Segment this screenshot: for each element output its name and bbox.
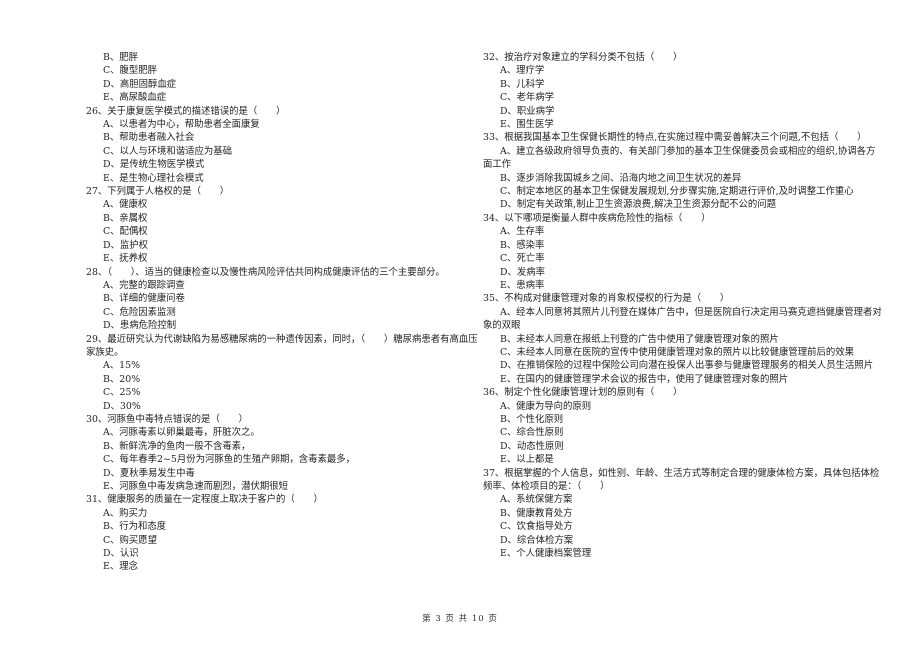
left-column: B、肥胖 C、腹型肥胖 D、高胆固醇血症 E、高尿酸血症 26、关于康复医学模式… <box>86 51 478 574</box>
option: B、亲属权 <box>103 212 148 224</box>
question-stem: 29、最近研究认为代谢缺陷为易感糖尿病的一种遗传因素，同时，（ ）糖尿病患者有高… <box>86 333 478 358</box>
right-column: 32、按治疗对象建立的学科分类不包括（ ） A、理疗学 B、儿科学 C、老年病学 D、职… <box>483 51 883 560</box>
option: B、20% <box>103 373 141 385</box>
question-block: 35、不构成对健康管理对象的肖象权侵权的行为是（ ） A、经本人同意将其照片儿刊登… <box>483 292 883 386</box>
option: D、职业病学 <box>500 105 555 117</box>
option: C、综合性原则 <box>500 427 564 439</box>
question-block: 27、下列属于人格权的是（ ） A、健康权 B、亲属权 C、配偶权 D、监护权 E、抚养权 <box>86 185 478 265</box>
option: C、制定本地区的基本卫生保健发展规划,分步骤实施,定期进行评价,及时调整工作重心 <box>500 186 854 198</box>
option: B、健康教育处方 <box>500 507 573 519</box>
question-stem: 28、（ ）、适当的健康检查以及慢性病风险评估共同构成健康评估的三个主要部分。 <box>86 266 445 278</box>
question-stem: 31、健康服务的质量在一定程度上取决于客户的（ ） <box>86 494 323 506</box>
question-block: 33、根据我国基本卫生保健长期性的特点,在实施过程中需妥善解决三个问题,不包括（… <box>483 131 883 211</box>
option: A、健康权 <box>103 199 148 211</box>
option: E、以上都是 <box>500 454 554 466</box>
option: A、经本人同意将其照片儿刊登在媒体广告中，但是医院自行决定用马赛克遮挡健康管理者… <box>483 306 882 332</box>
option: A、理疗学 <box>500 65 545 77</box>
question-block: 36、制定个性化健康管理计划的原则有（ ） A、健康为导向的原则 B、个性化原则 C、… <box>483 386 883 466</box>
option: D、发病率 <box>500 266 546 278</box>
question-stem: 26、关于康复医学模式的描述错误的是（ ） <box>86 105 286 117</box>
option: B、肥胖 <box>103 52 139 63</box>
option: C、饮食指导处方 <box>500 521 573 533</box>
option: B、详细的健康问卷 <box>103 293 185 305</box>
question-block: 26、关于康复医学模式的描述错误的是（ ） A、以患者为中心，帮助患者全面康复 B、… <box>86 105 478 185</box>
question-stem: 32、按治疗对象建立的学科分类不包括（ ） <box>483 52 683 63</box>
page-number: 第 3 页 共 10 页 <box>422 614 498 624</box>
option: D、制定有关政策,制止卫生资源浪费,解决卫生资源分配不公的问题 <box>500 199 776 211</box>
question-block: 29、最近研究认为代谢缺陷为易感糖尿病的一种遗传因素，同时，（ ）糖尿病患者有高… <box>86 333 478 413</box>
option: D、监护权 <box>103 239 149 251</box>
option: E、抚养权 <box>103 253 148 265</box>
question-stem: 34、以下哪项是衡量人群中疾病危险性的指标（ ） <box>483 212 711 224</box>
question-list: 26、关于康复医学模式的描述错误的是（ ） A、以患者为中心，帮助患者全面康复 B、… <box>86 105 478 574</box>
option: A、购买力 <box>103 507 148 519</box>
option: A、完整的跟踪调查 <box>103 279 185 291</box>
option: A、建立各级政府领导负责的、有关部门参加的基本卫生保健委员会或相应的组织,协调各… <box>483 145 876 171</box>
question-list: 32、按治疗对象建立的学科分类不包括（ ） A、理疗学 B、儿科学 C、老年病学 D、职… <box>483 51 883 560</box>
option: E、理念 <box>103 561 138 573</box>
option: B、逐步消除我国城乡之间、沿海内地之间卫生状况的差异 <box>500 172 742 184</box>
option: A、健康为导向的原则 <box>500 400 592 412</box>
option: D、30% <box>103 400 141 412</box>
option: E、患病率 <box>500 279 545 291</box>
question-block: 31、健康服务的质量在一定程度上取决于客户的（ ） A、购买力 B、行为和态度 C、购… <box>86 493 478 573</box>
question-block: 34、以下哪项是衡量人群中疾病危险性的指标（ ） A、生存率 B、感染率 C、死亡率 D… <box>483 212 883 292</box>
option: E、河豚鱼中毒发病急速而剧烈，潜伏期很短 <box>103 481 288 492</box>
option: A、系统保健方案 <box>500 494 573 506</box>
option: C、配偶权 <box>103 226 148 238</box>
option: B、个性化原则 <box>500 413 564 425</box>
question-block: 30、河豚鱼中毒特点错误的是（ ） A、河豚毒素以卵巢最毒，肝脏次之。 B、新鲜洗净… <box>86 413 478 493</box>
option: B、帮助患者融入社会 <box>103 132 195 144</box>
option: C、以人与环境和谐适应为基础 <box>103 145 233 157</box>
option: E、是生物心理社会模式 <box>103 172 204 184</box>
option: B、感染率 <box>500 239 545 251</box>
option: B、新鲜洗净的鱼肉一般不含毒素， <box>103 440 251 452</box>
question-block: 37、根据掌握的个人信息，如性别、年龄、生活方式等制定合理的健康体检方案，具体包… <box>483 467 883 561</box>
option: C、购买愿望 <box>103 534 158 546</box>
option: D、高胆固醇血症 <box>103 78 177 90</box>
option: D、是传统生物医学模式 <box>103 159 205 171</box>
question-stem: 37、根据掌握的个人信息，如性别、年龄、生活方式等制定合理的健康体检方案，具体包… <box>483 467 880 492</box>
question-stem: 27、下列属于人格权的是（ ） <box>86 186 230 198</box>
option: D、认识 <box>103 548 139 560</box>
option: B、行为和态度 <box>103 521 167 533</box>
option: E、高尿酸血症 <box>103 92 167 104</box>
option: B、未经本人同意在报纸上刊登的广告中使用了健康管理对象的照片 <box>500 333 779 345</box>
option: D、综合体检方案 <box>500 534 574 546</box>
leading-options: B、肥胖 C、腹型肥胖 D、高胆固醇血症 E、高尿酸血症 <box>86 51 478 105</box>
option: E、个人健康档案管理 <box>500 548 592 560</box>
question-stem: 36、制定个性化健康管理计划的原则有（ ） <box>483 387 683 399</box>
option: D、患病危险控制 <box>103 320 177 332</box>
option: E、围生医学 <box>500 119 554 131</box>
option: D、夏秋季易发生中毒 <box>103 467 195 479</box>
option: D、动态性原则 <box>500 440 564 452</box>
question-block: 32、按治疗对象建立的学科分类不包括（ ） A、理疗学 B、儿科学 C、老年病学 D、职… <box>483 51 883 131</box>
option: A、河豚毒素以卵巢最毒，肝脏次之。 <box>103 427 260 439</box>
option: A、15% <box>103 360 140 372</box>
question-stem: 30、河豚鱼中毒特点错误的是（ ） <box>86 413 248 425</box>
option: C、25% <box>103 387 141 399</box>
option: E、在国内的健康管理学术会议的报告中，使用了健康管理对象的照片 <box>500 373 789 385</box>
option: C、每年春季2~5月份为河豚鱼的生殖产卵期，含毒素最多， <box>103 454 355 466</box>
question-stem: 35、不构成对健康管理对象的肖象权侵权的行为是（ ） <box>483 293 730 305</box>
option: A、以患者为中心，帮助患者全面康复 <box>103 119 260 131</box>
option: D、在推销保险的过程中保险公司向潜在投保人出事参与健康管理服务的相关人员生活照片 <box>500 360 874 372</box>
option: A、生存率 <box>500 226 545 238</box>
question-stem: 33、根据我国基本卫生保健长期性的特点,在实施过程中需妥善解决三个问题,不包括（… <box>483 132 867 144</box>
option: C、危险因素监测 <box>103 306 176 318</box>
option: C、腹型肥胖 <box>103 65 158 77</box>
option: C、老年病学 <box>500 92 555 104</box>
question-block: 28、（ ）、适当的健康检查以及慢性病风险评估共同构成健康评估的三个主要部分。 A… <box>86 266 478 333</box>
option: C、未经本人同意在医院的宣传中使用健康管理对象的照片以比较健康管理前后的效果 <box>500 346 855 358</box>
option: C、死亡率 <box>500 253 545 265</box>
option: B、儿科学 <box>500 78 545 90</box>
